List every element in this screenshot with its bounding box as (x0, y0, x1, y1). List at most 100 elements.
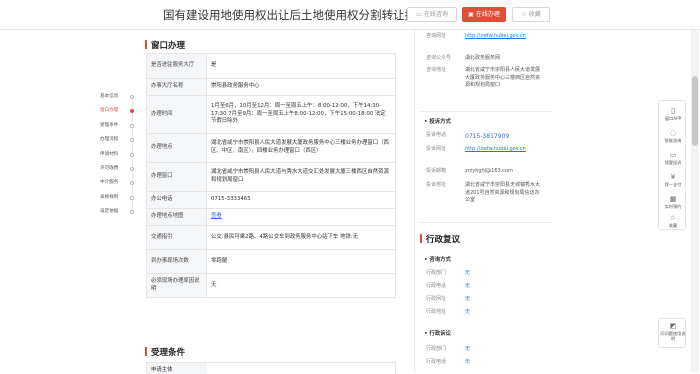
row-key: 行政网址 (426, 296, 447, 302)
table-row: 办事大厅名称 崇阳县政务服务中心 (146, 78, 396, 96)
complaint-heading-text: 投诉方式 (429, 119, 451, 125)
favorite-button[interactable]: ☆ 收藏 (512, 7, 550, 22)
nav-dot (130, 210, 134, 215)
floating-toolbar: ▯ 窗口APP ◌ 智能咨询 ▭ 我要投诉 ¥ 我一支付 ▦ 实时预约 ☆ 收藏 (658, 100, 686, 230)
float-item-booking[interactable]: ▦ 实时预约 (659, 195, 687, 209)
side-nav-item-conditions[interactable]: 受理条件 (100, 121, 134, 135)
row-value-cell: 查看 (206, 208, 396, 226)
float-item-label: 实时预约 (664, 204, 682, 209)
side-nav: 基本信息 窗口办理 受理条件 办理流程 申请材料 许可收费 中介服务 表格样例 … (100, 92, 134, 222)
nav-dot (130, 181, 134, 186)
row-value: 湖北省咸宁市崇阳县天城镇秀水大道201号自然资源和规划局信访办公室 (465, 182, 541, 203)
star-icon: ☆ (521, 11, 527, 18)
side-nav-item-process[interactable]: 办理流程 (100, 135, 134, 149)
side-nav-item-window[interactable]: 窗口办理 (100, 106, 134, 120)
row-value: 零跑腿 (206, 249, 396, 274)
row-key: 办理时间 (146, 95, 207, 134)
float-item-label: 智能咨询 (664, 138, 682, 143)
row-value: 1月至6月，10月至12月：周一至周五上午：8:00-12:00，下午14:30… (206, 95, 396, 134)
row-value: 无 (465, 283, 471, 289)
row-key: 是否进驻服务大厅 (146, 53, 207, 79)
float-item-label: 我一支付 (664, 182, 682, 187)
row-key: 办公电话 (146, 191, 207, 209)
table-row: 办公电话 0715-3333465 (146, 191, 396, 209)
calendar-icon: ▦ (669, 195, 677, 203)
side-nav-item-basis[interactable]: 设定依据 (100, 207, 134, 221)
complaint-phone: 0715-3817909 (465, 133, 510, 140)
row-key: 到办事现场次数 (146, 249, 207, 274)
review-lawsuit-heading-text: 行政诉讼 (429, 331, 451, 337)
table-row: 办理地点地图 查看 (146, 208, 396, 226)
accept-section-title: 受理条件 (145, 346, 185, 358)
row-value: 公交:县民可乘2路、4路公交车到政务服务中心站下车 地铁:无 (206, 225, 396, 250)
side-nav-label: 表格样例 (100, 194, 119, 200)
row-key: 办理窗口 (146, 162, 207, 192)
row-key: 必须现场办理原因说明 (146, 273, 207, 298)
help-label: 问问题使用说明 (660, 331, 686, 342)
consult-button-label: 在线咨询 (423, 11, 448, 18)
side-nav-label: 窗口办理 (100, 108, 119, 114)
side-nav-item-agency[interactable]: 中介服务 (100, 178, 134, 192)
complaint-url-link[interactable]: http://zwfw.hubei.gov.cn (465, 146, 543, 154)
chat-icon: ◌ (669, 129, 677, 137)
row-key: 咨询地址 (426, 67, 447, 73)
complaint-heading: • 投诉方式 (424, 119, 451, 125)
float-item-label: 收藏 (668, 223, 678, 228)
consult-button[interactable]: ▭ 在线咨询 (407, 7, 457, 22)
row-key: 交通指引 (146, 225, 207, 250)
float-item-app[interactable]: ▯ 窗口APP (659, 107, 687, 121)
divider (420, 111, 552, 112)
float-item-pay[interactable]: ¥ 我一支付 (659, 173, 687, 187)
divider (420, 222, 552, 223)
side-nav-item-materials[interactable]: 申请材料 (100, 150, 134, 164)
nav-dot (130, 123, 134, 128)
float-item-complaint[interactable]: ▭ 我要投诉 (659, 151, 687, 165)
row-value: 无 (465, 270, 471, 276)
side-nav-item-basic[interactable]: 基本信息 (100, 92, 134, 106)
apply-button-label: 在线办理 (475, 11, 500, 18)
help-button[interactable]: ◩ 问问题使用说明 (658, 318, 686, 348)
side-nav-label: 基本信息 (100, 94, 119, 99)
nav-dot (130, 138, 134, 143)
table-row: 办理窗口 湖北省咸宁市崇阳县人民大道与秀水大道交汇处发展大厦三楼西区自然资源和规划… (146, 162, 396, 192)
help-item: ◩ 问问题使用说明 (659, 322, 687, 341)
map-view-link[interactable]: 查看 (211, 213, 222, 219)
favorite-button-label: 收藏 (528, 11, 541, 18)
apply-icon: ▣ (468, 11, 474, 18)
scrollbar-thumb[interactable] (692, 76, 698, 146)
nav-dot (130, 166, 134, 171)
side-nav-item-fees[interactable]: 许可收费 (100, 164, 134, 178)
row-value: 无 (465, 346, 471, 352)
row-key: 行政部门 (426, 346, 447, 352)
review-lawsuit-heading: • 行政诉讼 (424, 331, 451, 337)
table-row: 办理地点 湖北省咸宁市崇阳县人民大道发展大厦政务服务中心三楼业务办理窗口（西区、中… (146, 133, 396, 163)
star-icon: ☆ (669, 214, 677, 222)
side-nav-label: 申请材料 (100, 151, 119, 157)
side-nav-label: 设定依据 (100, 209, 119, 215)
row-key: 投诉网址 (426, 146, 447, 152)
row-value: 崇阳县政务服务中心 (206, 78, 396, 96)
side-nav-item-forms[interactable]: 表格样例 (100, 193, 134, 207)
consult-url-link[interactable]: http://zwfw.hubei.gov.cn (465, 33, 543, 41)
nav-dot (130, 95, 134, 99)
table-row: 到办事现场次数 零跑腿 (146, 249, 396, 274)
table-row: 是否进驻服务大厅是 (146, 53, 396, 79)
question-icon: ◩ (669, 322, 677, 330)
row-value: 无 (465, 359, 471, 365)
float-item-consult[interactable]: ◌ 智能咨询 (659, 129, 687, 143)
accept-table-partial: 申请主体 (146, 362, 396, 374)
side-nav-label: 受理条件 (100, 122, 119, 128)
row-value: 湖北省咸宁市崇阳县人民大道发展大厦政务服务中心三楼西区自然资源和规划局窗口 (465, 67, 541, 88)
row-value: 湖北政务服务网 (465, 55, 501, 61)
float-item-label: 窗口APP (664, 116, 682, 121)
side-nav-label: 办理流程 (100, 137, 119, 143)
top-bar: 国有建设用地使用权出让后土地使用权分割转让批准 ▭ 在线咨询 ▣ 在线办理 ☆ 收藏 (0, 0, 700, 30)
side-nav-label: 中介服务 (100, 180, 119, 186)
row-key: 投诉电话 (426, 132, 447, 138)
row-key: 办理地点地图 (146, 208, 207, 226)
table-row: 交通指引 公交:县民可乘2路、4路公交车到政务服务中心站下车 地铁:无 (146, 225, 396, 250)
float-item-favorite[interactable]: ☆ 收藏 (659, 214, 687, 228)
complaint-email: zrzyhghj@163.com (465, 168, 513, 174)
apply-online-button[interactable]: ▣ 在线办理 (462, 7, 506, 22)
row-key: 行政电话 (426, 283, 447, 289)
